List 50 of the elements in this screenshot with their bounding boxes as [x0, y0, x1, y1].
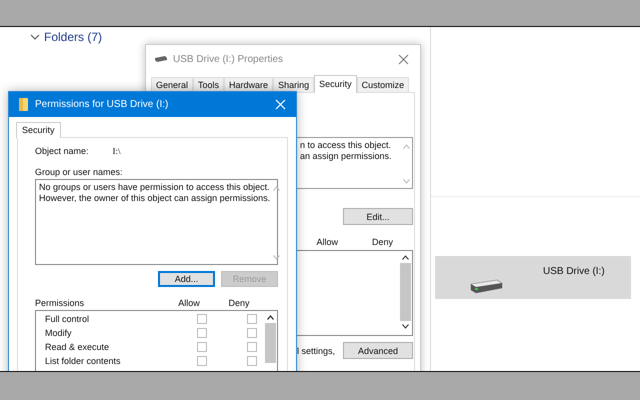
- window-title: Permissions for USB Drive (I:): [35, 99, 168, 110]
- column-header: Allow: [177, 298, 201, 308]
- folder-icon: [19, 98, 28, 111]
- tab[interactable]: Security: [314, 75, 357, 93]
- allow-checkbox[interactable]: [197, 356, 207, 366]
- allow-checkbox[interactable]: [197, 342, 207, 352]
- allow-checkbox[interactable]: [197, 314, 207, 324]
- permission-name: List folder contents: [45, 356, 122, 366]
- object-name-label: Object name:: [35, 146, 89, 156]
- list-text: an assign permissions.: [300, 151, 393, 162]
- list-text: However, the owner of this object can assign permissions.: [39, 193, 270, 204]
- tab[interactable]: General: [151, 77, 194, 92]
- tab[interactable]: Security: [16, 122, 61, 138]
- permission-name: Modify: [45, 328, 73, 338]
- permissions-header: Permissions: [35, 298, 86, 308]
- scrollbar-thumb[interactable]: [265, 323, 276, 363]
- edit-button[interactable]: Edit...: [343, 208, 413, 225]
- column-header: Deny: [227, 298, 250, 308]
- list-text: No groups or users have permission to access this object.: [39, 182, 270, 193]
- drive-icon: [154, 55, 168, 63]
- allow-checkbox[interactable]: [197, 328, 207, 338]
- object-name: I:\: [112, 146, 121, 156]
- scroll-down-icon[interactable]: [402, 324, 409, 329]
- advanced-note: l settings,: [297, 346, 336, 356]
- tab[interactable]: Hardware: [224, 77, 274, 92]
- dialog-button[interactable]: Add...: [158, 271, 215, 287]
- scroll-up-icon[interactable]: [402, 255, 409, 260]
- permission-name: Full control: [45, 314, 90, 324]
- drive-tile[interactable]: USB Drive (I:): [435, 256, 631, 299]
- column-header: Allow: [316, 237, 338, 247]
- column-header: Deny: [372, 237, 393, 247]
- deny-checkbox[interactable]: [247, 328, 257, 338]
- scrollbar-thumb[interactable]: [400, 263, 411, 321]
- deny-checkbox[interactable]: [247, 356, 257, 366]
- chevron-icon[interactable]: [30, 34, 40, 40]
- list-text: n to access this object.: [300, 140, 392, 151]
- tab[interactable]: Sharing: [273, 77, 314, 92]
- close-icon[interactable]: [398, 54, 409, 64]
- permission-name: Read & execute: [45, 342, 110, 352]
- drive-icon: [469, 278, 503, 294]
- group-label: Group or user names:: [35, 167, 124, 177]
- window-title: USB Drive (I:) Properties: [173, 54, 284, 64]
- deny-checkbox[interactable]: [247, 314, 257, 324]
- tab[interactable]: Tools: [193, 77, 224, 92]
- group-header[interactable]: Folders (7): [44, 30, 102, 44]
- drive-label: USB Drive (I:): [543, 266, 605, 277]
- advanced-button[interactable]: Advanced: [343, 342, 413, 359]
- tab[interactable]: Customize: [356, 77, 410, 92]
- scroll-up-icon[interactable]: [267, 315, 274, 320]
- deny-checkbox[interactable]: [247, 342, 257, 352]
